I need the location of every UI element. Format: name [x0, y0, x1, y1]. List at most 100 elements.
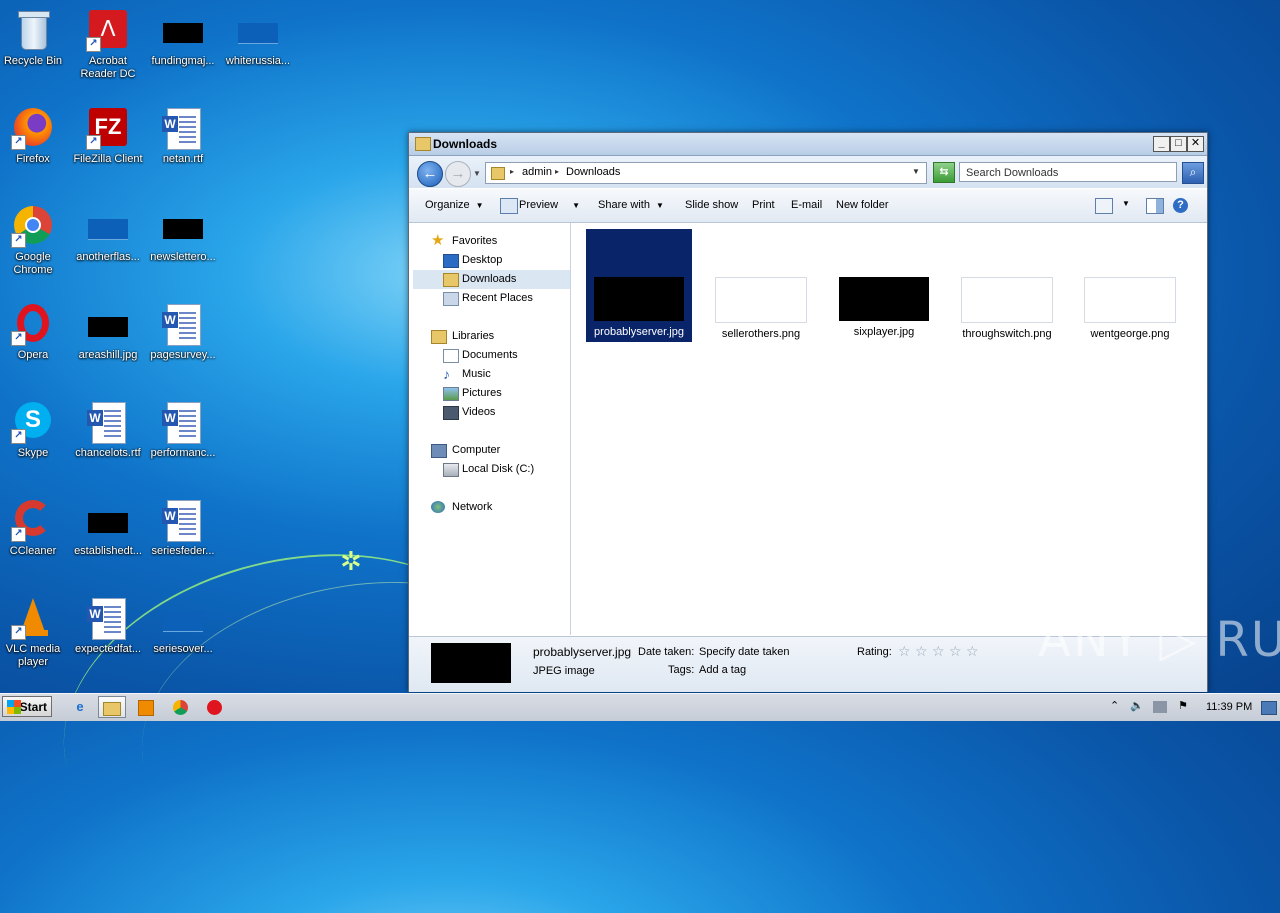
nav-music[interactable]: ♪ Music: [413, 365, 570, 384]
share-with-button[interactable]: Share with ▼: [598, 199, 664, 211]
nav-videos[interactable]: Videos: [413, 403, 570, 422]
nav-downloads[interactable]: Downloads: [413, 270, 570, 289]
folder-icon: [415, 137, 431, 151]
image-file-icon: [86, 498, 130, 542]
print-button[interactable]: Print: [752, 199, 775, 211]
organize-button[interactable]: Organize ▼: [425, 199, 484, 211]
show-desktop-icon[interactable]: [1261, 701, 1277, 715]
rating-star-icon[interactable]: ☆: [949, 643, 962, 660]
videos-icon: [443, 406, 459, 420]
nav-desktop[interactable]: Desktop: [413, 251, 570, 270]
file-name: probablyserver.jpg: [594, 326, 684, 338]
title-bar[interactable]: Downloads _ □ ✕: [409, 133, 1207, 156]
view-dropdown-icon[interactable]: ▼: [1122, 199, 1130, 208]
nav-libraries[interactable]: Libraries: [413, 327, 570, 346]
desktop-icon-filezilla[interactable]: FZ ↗ FileZilla Client: [71, 106, 145, 166]
close-button[interactable]: ✕: [1187, 136, 1204, 152]
action-center-flag-icon[interactable]: ⚑: [1178, 699, 1188, 712]
taskbar-explorer-icon[interactable]: [98, 696, 126, 718]
rating-star-icon[interactable]: ☆: [932, 643, 945, 660]
recent-places-icon: [443, 292, 459, 306]
email-button[interactable]: E-mail: [791, 199, 822, 211]
desktop-icon-google-chrome[interactable]: ↗ Google Chrome: [0, 204, 70, 277]
change-view-icon[interactable]: [1095, 198, 1113, 214]
rating-star-icon[interactable]: ☆: [966, 643, 979, 660]
desktop-icon-ccleaner[interactable]: ↗ CCleaner: [0, 498, 70, 558]
rating-label: Rating:: [857, 646, 892, 658]
clock[interactable]: 11:39 PM: [1206, 701, 1252, 713]
rating-star-icon[interactable]: ☆: [915, 643, 928, 660]
refresh-button[interactable]: ⇆: [933, 162, 955, 183]
breadcrumb-downloads[interactable]: Downloads: [566, 166, 620, 178]
preview-pane-icon[interactable]: [1146, 198, 1164, 214]
help-icon[interactable]: ?: [1173, 198, 1188, 213]
network-tray-icon[interactable]: [1153, 701, 1167, 713]
history-dropdown-icon[interactable]: ▼: [473, 169, 481, 178]
desktop-icon-file[interactable]: W pagesurvey...: [146, 302, 220, 362]
nav-pictures-label: Pictures: [462, 387, 502, 399]
file-item[interactable]: throughswitch.png: [954, 229, 1060, 342]
desktop-icon-file[interactable]: anotherflas...: [71, 204, 145, 264]
start-button[interactable]: Start: [2, 696, 52, 717]
file-list: probablyserver.jpg sellerothers.png sixp…: [571, 223, 1203, 635]
desktop-icon-acrobat[interactable]: ᐱ ↗ Acrobat Reader DC: [71, 8, 145, 81]
taskbar-media-player-icon[interactable]: [132, 696, 160, 718]
nav-computer[interactable]: Computer: [413, 441, 570, 460]
back-button[interactable]: ←: [417, 161, 443, 187]
taskbar-internet-explorer-icon[interactable]: e: [66, 696, 94, 718]
slide-show-button[interactable]: Slide show: [685, 199, 738, 211]
desktop-icon-file[interactable]: W seriesfeder...: [146, 498, 220, 558]
details-thumbnail: [431, 643, 511, 683]
file-item[interactable]: wentgeorge.png: [1077, 229, 1183, 342]
file-item[interactable]: probablyserver.jpg: [586, 229, 692, 342]
desktop-icon-file[interactable]: W performanc...: [146, 400, 220, 460]
taskbar-chrome-icon[interactable]: [166, 696, 194, 718]
breadcrumb-separator-icon[interactable]: ▸: [555, 167, 559, 176]
file-item[interactable]: sixplayer.jpg: [831, 229, 937, 342]
nav-pictures[interactable]: Pictures: [413, 384, 570, 403]
address-dropdown-icon[interactable]: ▼: [912, 167, 920, 176]
taskbar: Start e ⌃ 🔈 ⚑ 11:39 PM: [0, 693, 1280, 721]
breadcrumb-separator-icon[interactable]: ▸: [510, 167, 514, 176]
tags-field[interactable]: Add a tag: [699, 664, 746, 676]
nav-favorites[interactable]: ★ Favorites: [413, 232, 570, 251]
search-icon[interactable]: ⌕: [1182, 162, 1204, 184]
desktop-icon-recycle-bin[interactable]: Recycle Bin: [0, 8, 70, 68]
date-taken-field[interactable]: Specify date taken: [699, 646, 790, 658]
desktop-icon-file[interactable]: areashill.jpg: [71, 302, 145, 362]
file-name: throughswitch.png: [962, 328, 1052, 340]
file-item[interactable]: sellerothers.png: [708, 229, 814, 342]
desktop-icon-opera[interactable]: ↗ Opera: [0, 302, 70, 362]
nav-network[interactable]: Network: [413, 498, 570, 517]
desktop-icon-file[interactable]: W netan.rtf: [146, 106, 220, 166]
minimize-button[interactable]: _: [1153, 136, 1170, 152]
address-bar[interactable]: ▸ admin ▸ Downloads ▼: [485, 162, 927, 184]
new-folder-button[interactable]: New folder: [836, 199, 889, 211]
image-file-icon: [86, 302, 130, 346]
maximize-button[interactable]: □: [1170, 136, 1187, 152]
show-hidden-icons-icon[interactable]: ⌃: [1110, 699, 1119, 712]
desktop-icon-file[interactable]: whiterussia...: [221, 8, 295, 68]
preview-button[interactable]: Preview ▼: [519, 199, 580, 211]
forward-button[interactable]: →: [445, 161, 471, 187]
desktop-icon-firefox[interactable]: ↗ Firefox: [0, 106, 70, 166]
opera-icon: ↗: [11, 302, 55, 346]
search-input[interactable]: Search Downloads: [959, 162, 1177, 182]
filezilla-icon: FZ ↗: [86, 106, 130, 150]
breadcrumb-admin[interactable]: admin: [522, 166, 552, 178]
nav-favorites-label: Favorites: [452, 235, 498, 247]
desktop-icon-file[interactable]: fundingmaj...: [146, 8, 220, 68]
desktop-icon-file[interactable]: W chancelots.rtf: [71, 400, 145, 460]
desktop-icon-file[interactable]: newslettero...: [146, 204, 220, 264]
desktop-icon-file[interactable]: establishedt...: [71, 498, 145, 558]
desktop-icon-file[interactable]: W expectedfat...: [71, 596, 145, 656]
desktop-icon-vlc[interactable]: ↗ VLC media player: [0, 596, 70, 669]
taskbar-opera-icon[interactable]: [200, 696, 228, 718]
rating-star-icon[interactable]: ☆: [898, 643, 911, 660]
desktop-icon-skype[interactable]: S ↗ Skype: [0, 400, 70, 460]
nav-local-disk[interactable]: Local Disk (C:): [413, 460, 570, 479]
nav-documents[interactable]: Documents: [413, 346, 570, 365]
desktop-icon-file[interactable]: seriesover...: [146, 596, 220, 656]
volume-icon[interactable]: 🔈: [1130, 699, 1144, 712]
nav-recent-places[interactable]: Recent Places: [413, 289, 570, 308]
